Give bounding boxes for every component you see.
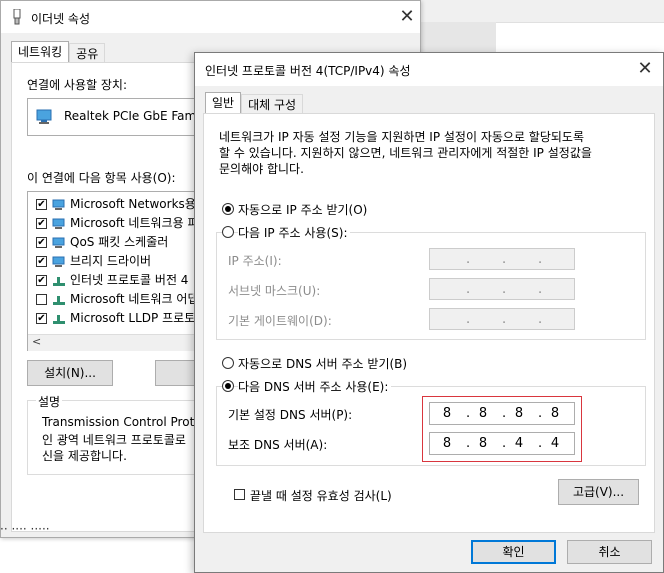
item-checkbox[interactable]: ✔ <box>36 275 47 286</box>
ip-auto-radio[interactable] <box>222 203 234 215</box>
ip-separator: . <box>538 282 543 297</box>
dns-octet[interactable]: 8 <box>504 406 534 421</box>
connect-using-label: 연결에 사용할 장치: <box>27 78 127 92</box>
ip-manual-label[interactable]: 다음 IP 주소 사용(S): <box>238 224 351 241</box>
background-text: ··· <box>620 0 631 6</box>
intro-text-line: 할 수 있습니다. 지원하지 않으면, 네트워크 관리자에게 적절한 IP 설정… <box>219 146 592 160</box>
validate-checkbox[interactable] <box>234 489 245 500</box>
background-text: ··· <box>450 0 461 6</box>
item-label: Microsoft LLDP 프로토콜 <box>70 311 207 325</box>
ip-separator: . <box>502 252 507 267</box>
file-sharing-icon <box>52 217 66 229</box>
ip-separator: . <box>502 312 507 327</box>
ip-separator: . <box>466 312 471 327</box>
item-checkbox[interactable]: ✔ <box>36 218 47 229</box>
validate-label[interactable]: 끝낼 때 설정 유효성 검사(L) <box>250 487 392 504</box>
dns-octet[interactable]: 8 <box>432 436 462 451</box>
dns-octet[interactable]: 8 <box>540 406 570 421</box>
close-icon[interactable]: ✕ <box>635 59 655 79</box>
subnet-mask-label: 서브넷 마스크(U): <box>228 284 321 298</box>
description-line: 인 광역 네트워크 프로토콜로 <box>42 433 186 447</box>
cancel-button[interactable]: 취소 <box>567 540 652 564</box>
dns-octet[interactable]: 8 <box>468 436 498 451</box>
item-label: Microsoft 네트워크 어댑 <box>70 292 199 306</box>
item-checkbox[interactable]: ✔ <box>36 199 47 210</box>
ip-address-field[interactable]: . . . <box>429 248 575 270</box>
adapter-icon <box>36 109 54 128</box>
scroll-left-icon[interactable]: < <box>32 335 41 348</box>
background-text: ··· <box>530 0 541 6</box>
preferred-dns-label: 기본 설정 DNS 서버(P): <box>228 408 353 422</box>
ip-address-label: IP 주소(I): <box>228 254 282 268</box>
dns-manual-label[interactable]: 다음 DNS 서버 주소 사용(E): <box>238 378 392 395</box>
tcpip-dialog-title: 인터넷 프로토콜 버전 4(TCP/IPv4) 속성 <box>205 64 411 78</box>
intro-text-line: 문의해야 합니다. <box>219 162 304 176</box>
dns-octet[interactable]: 4 <box>540 436 570 451</box>
alternate-dns-label: 보조 DNS 서버(A): <box>228 438 328 452</box>
ip-separator: . <box>538 312 543 327</box>
ethernet-window-title: 이더넷 속성 <box>31 12 91 26</box>
item-label: Microsoft 네트워크용 파 <box>70 216 199 230</box>
bridge-icon <box>52 255 66 267</box>
tcpip-properties-dialog: 인터넷 프로토콜 버전 4(TCP/IPv4) 속성 ✕ 일반 대체 구성 네트… <box>194 52 664 573</box>
general-panel: 네트워크가 IP 자동 설정 기능을 지원하면 IP 설정이 자동으로 할당되도… <box>203 113 655 533</box>
qos-icon <box>52 236 66 248</box>
background-window-area <box>421 22 496 52</box>
ip-auto-label[interactable]: 자동으로 IP 주소 받기(O) <box>238 201 367 218</box>
ethernet-titlebar: 이더넷 속성 ✕ <box>1 1 420 33</box>
dns-octet[interactable]: 8 <box>468 406 498 421</box>
item-label: 브리지 드라이버 <box>70 254 152 268</box>
dns-octet[interactable]: 8 <box>432 406 462 421</box>
install-button[interactable]: 설치(N)... <box>27 360 113 386</box>
preferred-dns-field[interactable]: 8 . 8 . 8 . 8 <box>429 402 575 425</box>
ip-separator: . <box>538 252 543 267</box>
description-line: Transmission Control Protoco <box>42 415 216 429</box>
dns-auto-radio[interactable] <box>222 357 234 369</box>
protocol-icon <box>52 293 66 305</box>
adapter-name: Realtek PCIe GbE Family <box>64 109 210 123</box>
protocol-icon <box>52 274 66 286</box>
item-label: QoS 패킷 스케줄러 <box>70 235 169 249</box>
item-checkbox[interactable] <box>36 294 47 305</box>
ok-button[interactable]: 확인 <box>471 540 556 564</box>
item-label: 인터넷 프로토콜 버전 4 <box>70 273 189 287</box>
description-title: 설명 <box>36 393 63 410</box>
item-checkbox[interactable]: ✔ <box>36 237 47 248</box>
description-line: 신을 제공합니다. <box>42 449 127 463</box>
subnet-mask-field[interactable]: . . . <box>429 278 575 300</box>
network-client-icon <box>52 198 66 210</box>
dns-auto-label[interactable]: 자동으로 DNS 서버 주소 받기(B) <box>238 355 407 372</box>
gateway-field[interactable]: . . . <box>429 308 575 330</box>
tcpip-titlebar: 인터넷 프로토콜 버전 4(TCP/IPv4) 속성 ✕ <box>195 53 663 86</box>
ip-separator: . <box>502 282 507 297</box>
dns-manual-radio[interactable] <box>222 380 234 392</box>
gateway-label: 기본 게이트웨이(D): <box>228 314 332 328</box>
dns-octet[interactable]: 4 <box>504 436 534 451</box>
ip-manual-radio[interactable] <box>222 226 234 238</box>
close-icon[interactable]: ✕ <box>397 7 417 27</box>
ip-separator: . <box>466 252 471 267</box>
intro-text-line: 네트워크가 IP 자동 설정 기능을 지원하면 IP 설정이 자동으로 할당되도… <box>219 130 585 144</box>
advanced-button[interactable]: 고급(V)... <box>558 479 639 505</box>
item-label: Microsoft Networks용 클 <box>70 197 211 211</box>
network-adapter-icon <box>11 8 23 28</box>
ip-separator: . <box>466 282 471 297</box>
alternate-dns-field[interactable]: 8 . 8 . 4 . 4 <box>429 432 575 455</box>
protocol-icon <box>52 312 66 324</box>
background-footer-text: ·· ···· ····· <box>0 522 50 536</box>
items-label: 이 연결에 다음 항목 사용(O): <box>27 171 176 185</box>
item-checkbox[interactable]: ✔ <box>36 313 47 324</box>
item-checkbox[interactable]: ✔ <box>36 256 47 267</box>
